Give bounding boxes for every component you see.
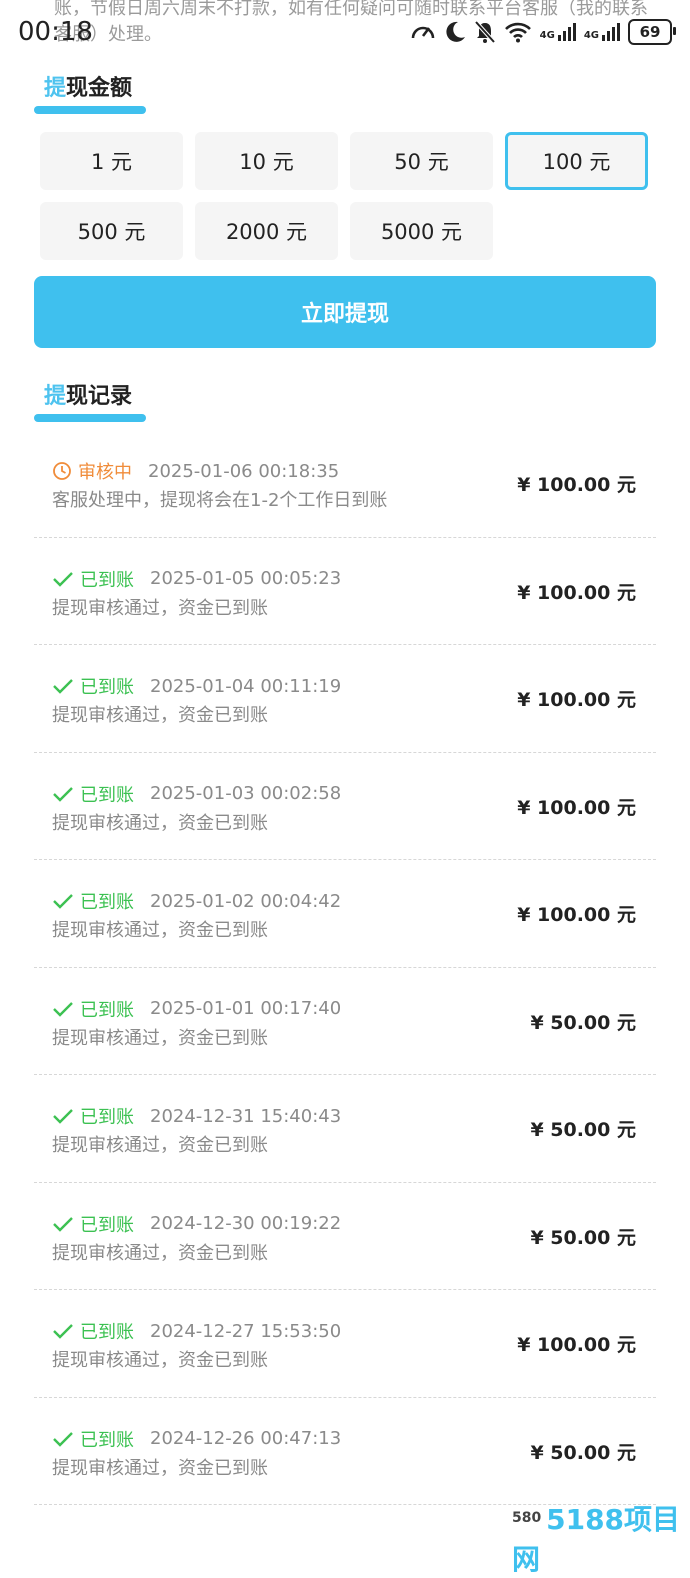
check-icon — [53, 1431, 73, 1447]
withdraw-now-button[interactable]: 立即提现 — [34, 276, 656, 348]
withdraw-amount-title-underline — [34, 106, 146, 114]
record-status: 已到账 — [80, 569, 134, 591]
check-icon — [53, 571, 73, 587]
check-icon — [53, 679, 73, 694]
withdraw-notice-text: 账，节假日周六周末不打款，如有任何疑问可随时联系平台客服（我的联系客服）处理。 — [54, 0, 648, 45]
check-icon — [53, 1109, 73, 1124]
withdraw-record: 已到账 2024-12-26 00:47:13 提现审核通过，资金已到账 ¥ 5… — [34, 1398, 656, 1505]
record-time: 2025-01-01 00:17:40 — [150, 998, 342, 1019]
withdraw-record: 已到账 2024-12-27 15:53:50 提现审核通过，资金已到账 ¥ 1… — [34, 1290, 656, 1398]
withdraw-record: 审核中 2025-01-06 00:18:35 客服处理中，提现将会在1-2个工… — [34, 430, 656, 538]
record-status: 审核中 — [78, 462, 132, 483]
check-icon — [53, 1001, 73, 1017]
record-time: 2024-12-26 00:47:13 — [150, 1428, 342, 1449]
amount-option-100[interactable]: 100 元 — [505, 132, 648, 190]
record-status: 已到账 — [80, 677, 134, 698]
record-status: 已到账 — [80, 784, 134, 806]
record-time: 2025-01-06 00:18:35 — [148, 460, 340, 482]
record-description: 提现审核通过，资金已到账 — [52, 1457, 268, 1479]
withdraw-amount-title: 提现金额 — [44, 76, 133, 101]
withdraw-record: 已到账 2025-01-02 00:04:42 提现审核通过，资金已到账 ¥ 1… — [34, 860, 656, 968]
withdraw-record: 已到账 2024-12-30 00:19:22 提现审核通过，资金已到账 ¥ 5… — [34, 1183, 656, 1290]
check-icon — [53, 1216, 73, 1232]
record-status: 已到账 — [80, 999, 134, 1021]
record-status: 已到账 — [80, 1322, 134, 1343]
record-description: 客服处理中，提现将会在1-2个工作日到账 — [52, 490, 388, 511]
record-amount: ¥ 100.00 元 — [517, 474, 636, 496]
record-amount: ¥ 100.00 元 — [517, 904, 636, 926]
amount-option-2000[interactable]: 2000 元 — [195, 202, 338, 260]
record-description: 提现审核通过，资金已到账 — [52, 812, 268, 834]
record-amount: ¥ 100.00 元 — [517, 1334, 636, 1356]
check-icon — [53, 786, 73, 802]
watermark: 580 5188项目网 — [512, 1503, 681, 1576]
record-description: 提现审核通过，资金已到账 — [52, 597, 268, 619]
record-status: 已到账 — [80, 1214, 134, 1236]
record-time: 2024-12-31 15:40:43 — [150, 1105, 342, 1127]
record-description: 提现审核通过，资金已到账 — [52, 1350, 268, 1371]
record-status: 已到账 — [80, 1429, 134, 1451]
record-time: 2024-12-30 00:19:22 — [150, 1213, 342, 1234]
record-amount: ¥ 100.00 元 — [517, 581, 636, 604]
withdraw-record: 已到账 2025-01-05 00:05:23 提现审核通过，资金已到账 ¥ 1… — [34, 538, 656, 645]
amount-option-500[interactable]: 500 元 — [40, 202, 183, 260]
amount-option-5000[interactable]: 5000 元 — [350, 202, 493, 260]
record-description: 提现审核通过，资金已到账 — [52, 1242, 268, 1264]
record-time: 2025-01-02 00:04:42 — [150, 890, 342, 912]
record-amount: ¥ 50.00 元 — [530, 1011, 636, 1034]
withdraw-record: 已到账 2024-12-31 15:40:43 提现审核通过，资金已到账 ¥ 5… — [34, 1075, 656, 1183]
withdraw-record-list: 审核中 2025-01-06 00:18:35 客服处理中，提现将会在1-2个工… — [34, 430, 656, 1505]
record-time: 2024-12-27 15:53:50 — [150, 1320, 342, 1342]
check-icon — [53, 1324, 73, 1339]
record-time: 2025-01-03 00:02:58 — [150, 783, 342, 804]
record-time: 2025-01-04 00:11:19 — [150, 675, 342, 697]
record-status: 已到账 — [80, 1107, 134, 1128]
record-status: 已到账 — [80, 892, 134, 913]
record-time: 2025-01-05 00:05:23 — [150, 568, 342, 589]
amount-option-1[interactable]: 1 元 — [40, 132, 183, 190]
amount-option-10[interactable]: 10 元 — [195, 132, 338, 190]
withdraw-record: 已到账 2025-01-03 00:02:58 提现审核通过，资金已到账 ¥ 1… — [34, 753, 656, 860]
withdraw-record: 已到账 2025-01-01 00:17:40 提现审核通过，资金已到账 ¥ 5… — [34, 968, 656, 1075]
amount-option-50[interactable]: 50 元 — [350, 132, 493, 190]
record-amount: ¥ 50.00 元 — [530, 1441, 636, 1464]
withdraw-record: 已到账 2025-01-04 00:11:19 提现审核通过，资金已到账 ¥ 1… — [34, 645, 656, 753]
withdraw-records-title: 提现记录 — [44, 384, 133, 409]
record-amount: ¥ 50.00 元 — [530, 1119, 636, 1141]
record-description: 提现审核通过，资金已到账 — [52, 1135, 268, 1156]
record-amount: ¥ 100.00 元 — [517, 796, 636, 819]
amount-options: 1 元 10 元 50 元 100 元 500 元 2000 元 5000 元 — [40, 132, 648, 260]
record-amount: ¥ 100.00 元 — [517, 689, 636, 711]
record-description: 提现审核通过，资金已到账 — [52, 705, 268, 726]
record-amount: ¥ 50.00 元 — [530, 1226, 636, 1249]
check-icon — [53, 894, 73, 909]
record-description: 提现审核通过，资金已到账 — [52, 920, 268, 941]
clock-icon — [53, 462, 71, 480]
record-description: 提现审核通过，资金已到账 — [52, 1027, 268, 1049]
withdraw-records-title-underline — [34, 414, 146, 422]
